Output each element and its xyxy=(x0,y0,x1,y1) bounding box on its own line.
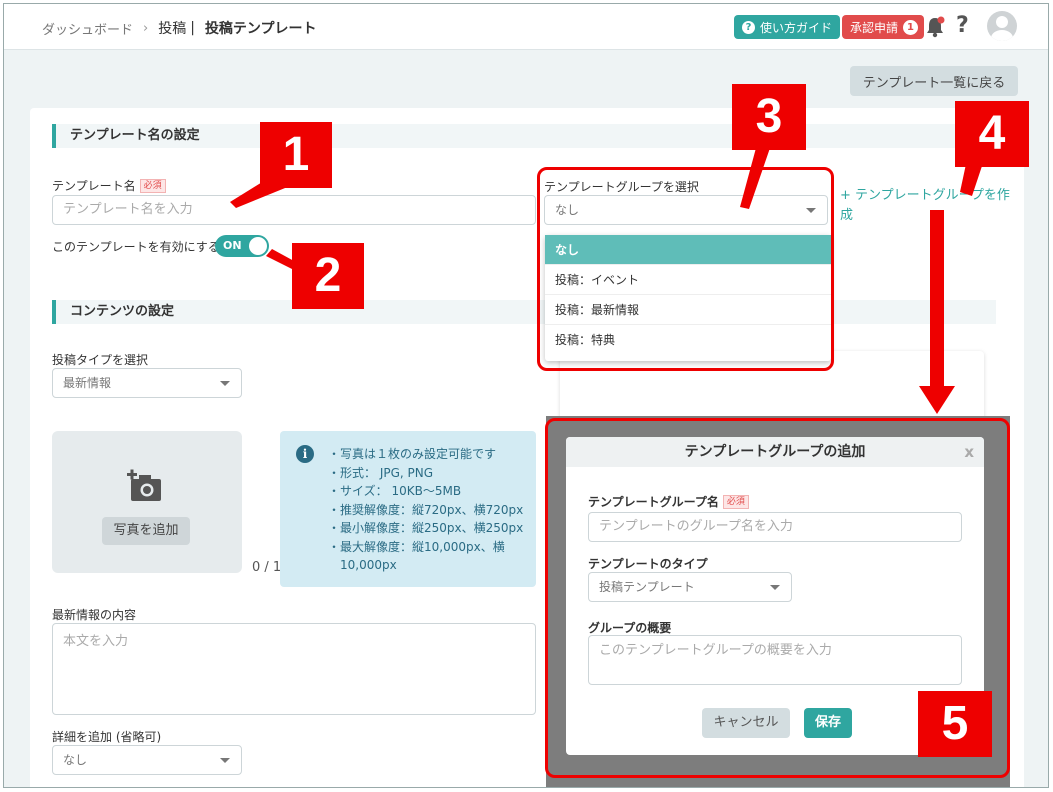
arrow-1 xyxy=(230,176,290,208)
app-window: ダッシュボード › 投稿 | 投稿テンプレート ? 使い方ガイド 承認申請 1 … xyxy=(3,3,1049,788)
arrow-2 xyxy=(266,249,298,272)
arrow-5-shaft xyxy=(930,210,944,388)
annotation-arrows xyxy=(230,148,982,414)
arrow-3 xyxy=(740,148,770,209)
arrow-5-head xyxy=(919,386,955,414)
arrow-4 xyxy=(960,164,982,196)
